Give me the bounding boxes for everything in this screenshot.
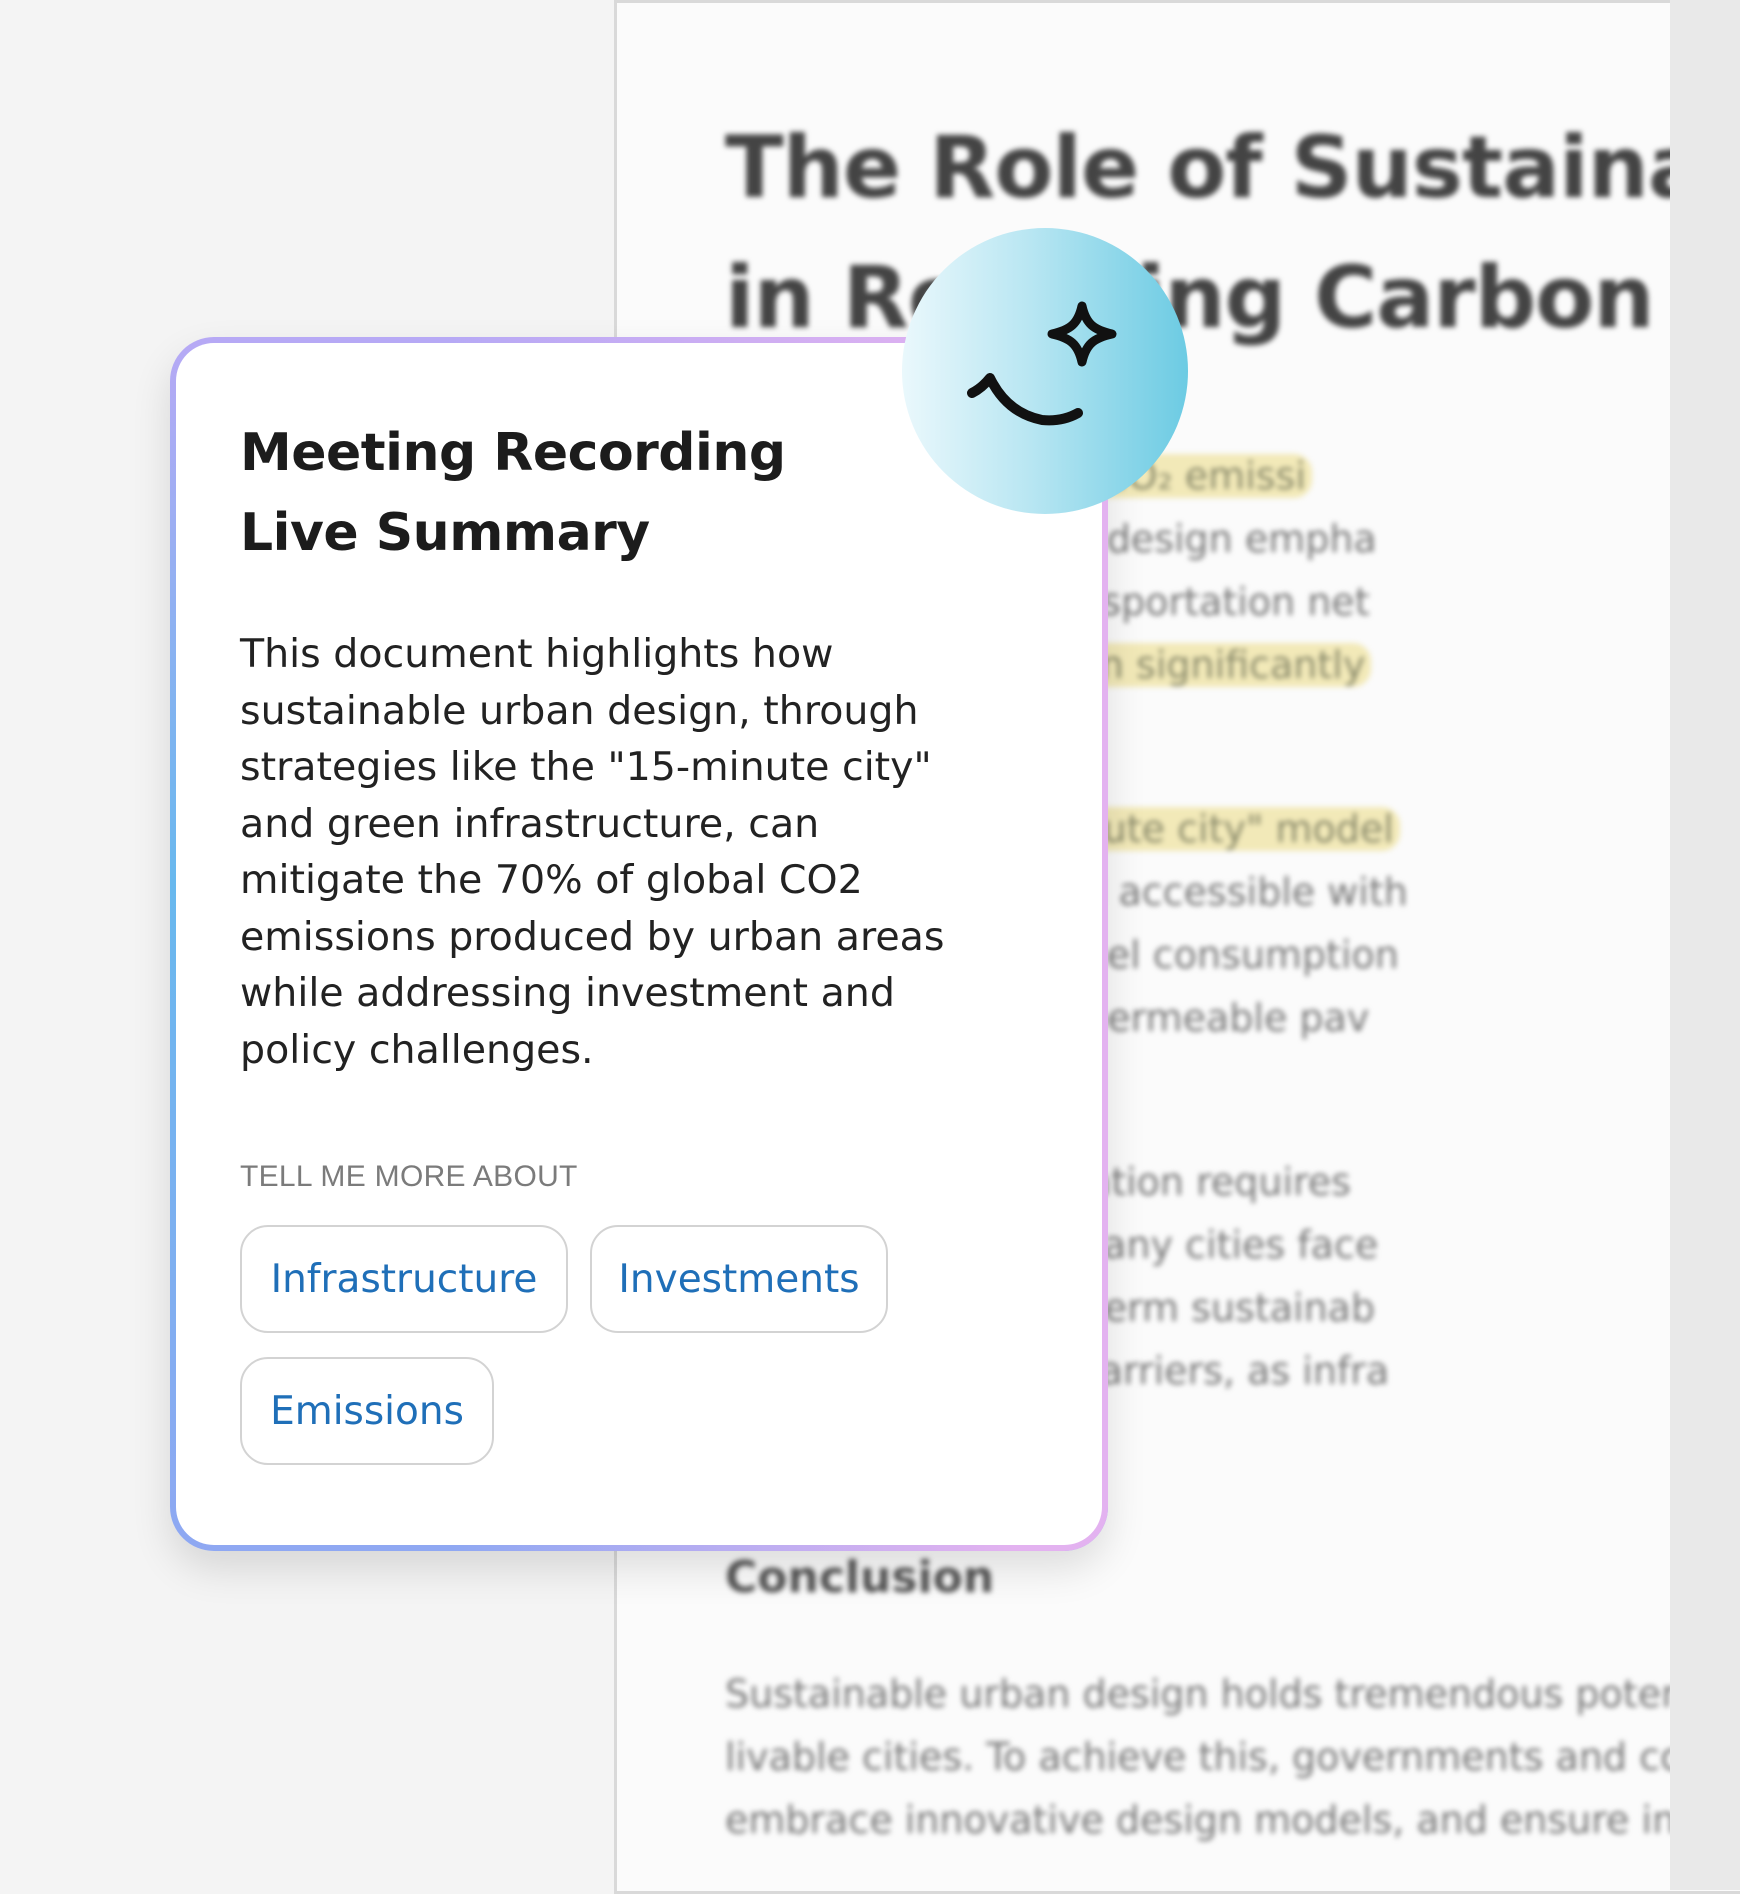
summary-card: Meeting Recording Live Summary This docu… bbox=[170, 337, 1108, 1551]
document-line-text: embrace innovative design models, and en… bbox=[725, 1798, 1740, 1842]
document-edge-shadow bbox=[1670, 0, 1740, 1890]
assistant-avatar bbox=[902, 228, 1188, 514]
summary-text: This document highlights how sustainable… bbox=[240, 631, 945, 1073]
topic-chip-investments[interactable]: Investments bbox=[590, 1225, 888, 1333]
topic-chip-infrastructure[interactable]: Infrastructure bbox=[240, 1225, 568, 1333]
card-title-line: Live Summary bbox=[240, 503, 650, 563]
document-title: The Role of Sustainable in Reducing Carb… bbox=[725, 103, 1740, 363]
document-line: Sustainable urban design holds tremendou… bbox=[725, 1663, 1740, 1726]
document-line-text: Sustainable urban design holds tremendou… bbox=[725, 1672, 1740, 1716]
summary-card-body: Meeting Recording Live Summary This docu… bbox=[176, 343, 1102, 1545]
document-line-text: livable cities. To achieve this, governm… bbox=[725, 1735, 1740, 1779]
tell-me-more-label: TELL ME MORE ABOUT bbox=[240, 1160, 578, 1193]
smile-sparkle-icon bbox=[967, 301, 1117, 426]
document-title-line: The Role of Sustainable bbox=[725, 118, 1740, 218]
topic-chip-emissions[interactable]: Emissions bbox=[240, 1357, 494, 1465]
document-line: livable cities. To achieve this, governm… bbox=[725, 1726, 1740, 1789]
document-paragraph: Sustainable urban design holds tremendou… bbox=[725, 1663, 1740, 1852]
card-title-line: Meeting Recording bbox=[240, 423, 786, 483]
document-line: embrace innovative design models, and en… bbox=[725, 1789, 1740, 1852]
document-heading: Conclusion bbox=[725, 1552, 995, 1603]
card-title: Meeting Recording Live Summary bbox=[240, 413, 840, 573]
